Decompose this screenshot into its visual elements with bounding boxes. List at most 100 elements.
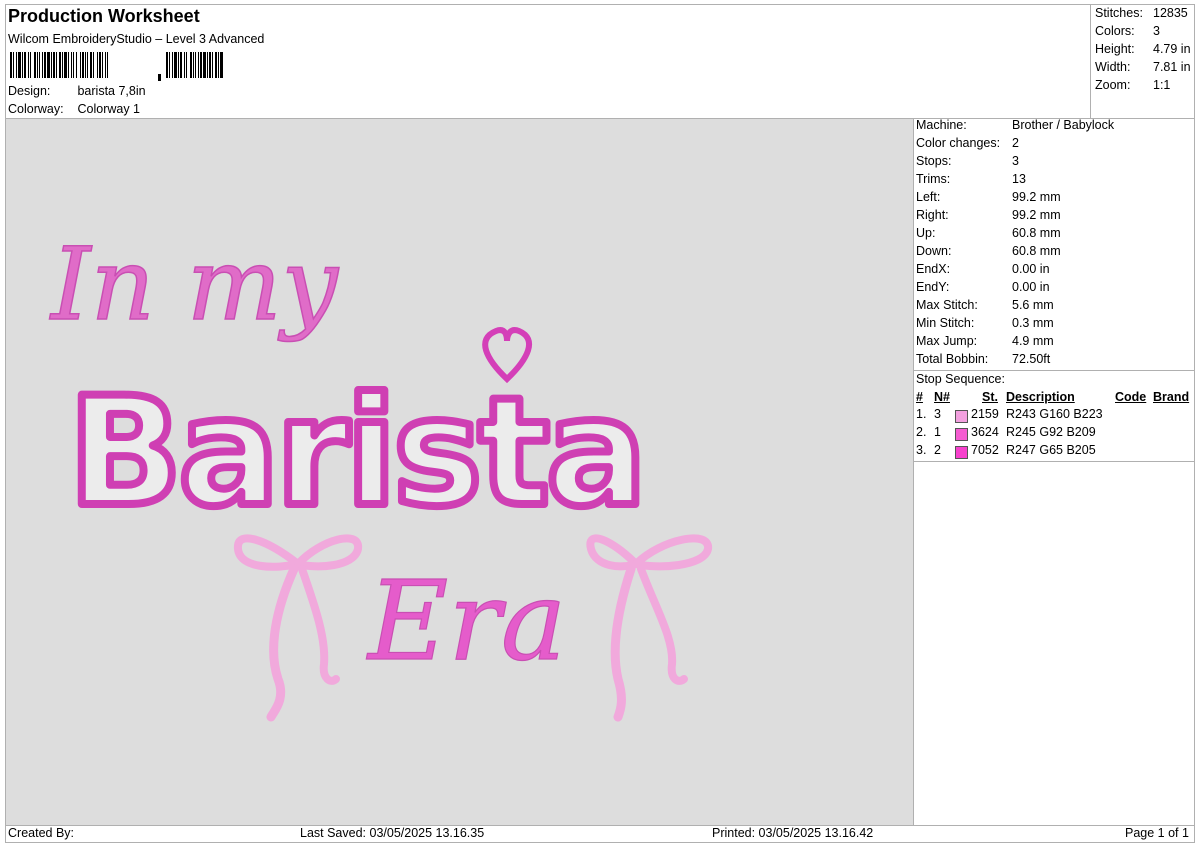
summary-label: Width: bbox=[1095, 60, 1131, 74]
summary-row-height: Height: 4.79 in bbox=[1095, 42, 1191, 60]
property-value: 5.6 mm bbox=[1012, 298, 1054, 312]
col-header-description: Description bbox=[1006, 390, 1075, 404]
summary-value: 4.79 in bbox=[1153, 42, 1191, 56]
footer-top-rule bbox=[5, 825, 1195, 826]
footer-last-saved: Last Saved: 03/05/2025 13.16.35 bbox=[300, 826, 485, 840]
property-row: EndY: 0.00 in bbox=[916, 280, 1114, 298]
stop-stitches: 2159 bbox=[971, 407, 999, 421]
property-row: Left: 99.2 mm bbox=[916, 190, 1114, 208]
summary-row-width: Width: 7.81 in bbox=[1095, 60, 1191, 78]
stop-index: 1. bbox=[916, 407, 927, 421]
property-row: Right: 99.2 mm bbox=[916, 208, 1114, 226]
property-value: 99.2 mm bbox=[1012, 190, 1061, 204]
property-label: EndY: bbox=[916, 280, 950, 294]
panel-divider bbox=[913, 118, 914, 826]
stop-description: R243 G160 B223 bbox=[1006, 407, 1103, 421]
design-preview: In my Barista Era bbox=[6, 119, 913, 825]
col-header-num: # bbox=[916, 390, 923, 404]
stop-row: 1. 3 2159 R243 G160 B223 bbox=[916, 407, 1194, 425]
software-subtitle: Wilcom EmbroideryStudio – Level 3 Advanc… bbox=[8, 32, 265, 46]
footer-created-by: Created By: bbox=[8, 826, 75, 840]
property-label: EndX: bbox=[916, 262, 951, 276]
barcode-image bbox=[10, 52, 223, 81]
property-label: Color changes: bbox=[916, 136, 1001, 150]
property-value: 72.50ft bbox=[1012, 352, 1051, 366]
property-value: 0.00 in bbox=[1012, 262, 1050, 276]
right-bow-shape bbox=[586, 534, 712, 722]
stop-index: 3. bbox=[916, 443, 927, 457]
property-value: 60.8 mm bbox=[1012, 244, 1061, 258]
property-value: Brother / Babylock bbox=[1012, 118, 1115, 132]
text-in-my: In my bbox=[49, 226, 340, 343]
summary-value: 12835 bbox=[1153, 6, 1188, 20]
colorway-label: Colorway: bbox=[8, 102, 64, 116]
summary-value: 3 bbox=[1153, 24, 1160, 38]
design-label: Design: bbox=[8, 84, 51, 98]
stop-description: R245 G92 B209 bbox=[1006, 425, 1096, 439]
text-era: Era bbox=[366, 557, 566, 685]
property-value: 13 bbox=[1012, 172, 1026, 186]
property-value: 2 bbox=[1012, 136, 1019, 150]
property-value: 60.8 mm bbox=[1012, 226, 1061, 240]
property-row: Min Stitch: 0.3 mm bbox=[916, 316, 1114, 334]
stop-needle: 3 bbox=[934, 407, 941, 421]
col-header-needle: N# bbox=[934, 390, 950, 404]
embroidery-artwork: In my Barista Era bbox=[48, 225, 712, 722]
col-header-stitches: St. bbox=[982, 390, 998, 404]
stop-row: 2. 1 3624 R245 G92 B209 bbox=[916, 425, 1194, 443]
property-value: 0.00 in bbox=[1012, 280, 1050, 294]
property-label: Machine: bbox=[916, 118, 967, 132]
col-header-code: Code bbox=[1115, 390, 1147, 404]
property-row: Trims: 13 bbox=[916, 172, 1114, 190]
footer-printed: Printed: 03/05/2025 13.16.42 bbox=[712, 826, 874, 840]
summary-value: 1:1 bbox=[1153, 78, 1171, 92]
props-bottom-rule bbox=[913, 370, 1195, 371]
property-label: Max Jump: bbox=[916, 334, 978, 348]
summary-label: Height: bbox=[1095, 42, 1135, 56]
colorway-row: Colorway: Colorway 1 bbox=[8, 102, 140, 116]
property-row: Stops: 3 bbox=[916, 154, 1114, 172]
property-label: Left: bbox=[916, 190, 941, 204]
property-value: 3 bbox=[1012, 154, 1019, 168]
stops-bottom-rule bbox=[913, 461, 1195, 462]
color-swatch bbox=[955, 428, 968, 441]
property-row: EndX: 0.00 in bbox=[916, 262, 1114, 280]
color-swatch bbox=[955, 410, 968, 423]
property-row: Total Bobbin: 72.50ft bbox=[916, 352, 1114, 370]
summary-value: 7.81 in bbox=[1153, 60, 1191, 74]
design-value: barista 7,8in bbox=[77, 84, 146, 98]
stop-row: 3. 2 7052 R247 G65 B205 bbox=[916, 443, 1194, 461]
page-title: Production Worksheet bbox=[8, 6, 200, 26]
property-label: Total Bobbin: bbox=[916, 352, 989, 366]
property-row: Color changes: 2 bbox=[916, 136, 1114, 154]
colorway-value: Colorway 1 bbox=[77, 102, 141, 116]
property-label: Up: bbox=[916, 226, 936, 240]
summary-label: Stitches: bbox=[1095, 6, 1143, 20]
property-row: Up: 60.8 mm bbox=[916, 226, 1114, 244]
stop-stitches: 3624 bbox=[971, 425, 999, 439]
property-value: 4.9 mm bbox=[1012, 334, 1054, 348]
stop-index: 2. bbox=[916, 425, 927, 439]
text-barista: Barista bbox=[68, 366, 643, 540]
color-swatch bbox=[955, 446, 968, 459]
summary-panel: Stitches: 12835 Colors: 3 Height: 4.79 in W… bbox=[1095, 6, 1191, 96]
property-label: Right: bbox=[916, 208, 949, 222]
property-label: Down: bbox=[916, 244, 952, 258]
worksheet-header: Production Worksheet Wilcom EmbroiderySt… bbox=[8, 6, 1088, 118]
property-label: Trims: bbox=[916, 172, 951, 186]
summary-row-colors: Colors: 3 bbox=[1095, 24, 1191, 42]
col-header-brand: Brand bbox=[1153, 390, 1190, 404]
stop-needle: 2 bbox=[934, 443, 941, 457]
property-label: Min Stitch: bbox=[916, 316, 975, 330]
property-value: 99.2 mm bbox=[1012, 208, 1061, 222]
header-divider bbox=[1090, 4, 1091, 118]
property-label: Stops: bbox=[916, 154, 952, 168]
stop-stitches: 7052 bbox=[971, 443, 999, 457]
stop-sequence-title: Stop Sequence: bbox=[916, 372, 1005, 386]
design-row: Design: barista 7,8in bbox=[8, 84, 146, 98]
summary-row-stitches: Stitches: 12835 bbox=[1095, 6, 1191, 24]
property-row: Max Stitch: 5.6 mm bbox=[916, 298, 1114, 316]
summary-label: Zoom: bbox=[1095, 78, 1131, 92]
left-bow-shape bbox=[234, 534, 362, 722]
stop-needle: 1 bbox=[934, 425, 941, 439]
